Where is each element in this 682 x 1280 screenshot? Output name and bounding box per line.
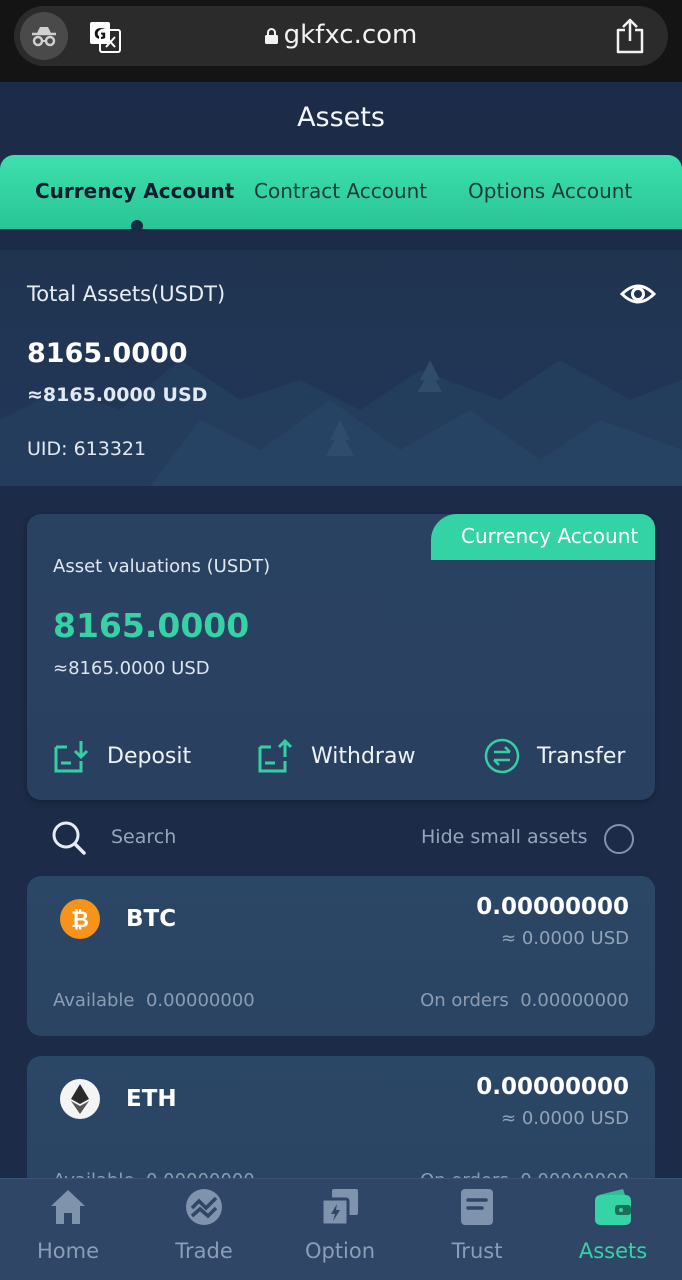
- asset-search-row: Search Hide small assets: [27, 818, 655, 858]
- withdraw-icon: [258, 738, 293, 773]
- eye-icon[interactable]: [620, 280, 656, 308]
- nav-trade[interactable]: Trade: [136, 1187, 272, 1263]
- account-tabs: Currency Account Contract Account Option…: [0, 155, 682, 232]
- tab-contract-account[interactable]: Contract Account: [254, 179, 427, 203]
- valuation-usd: ≈8165.0000 USD: [53, 658, 210, 679]
- transfer-button[interactable]: Transfer: [483, 736, 625, 776]
- nav-option[interactable]: Option: [272, 1187, 408, 1263]
- search-input[interactable]: Search: [111, 826, 176, 848]
- deposit-button[interactable]: Deposit: [53, 736, 191, 776]
- tab-currency-account[interactable]: Currency Account: [35, 179, 234, 203]
- total-assets-value: 8165.0000: [27, 338, 188, 369]
- coin-amount: 0.00000000: [476, 894, 629, 920]
- ethereum-icon: [60, 1079, 100, 1119]
- nav-home-label: Home: [36, 1239, 99, 1263]
- trade-icon: [186, 1189, 222, 1225]
- wallet-icon: [595, 1189, 631, 1225]
- hide-small-assets-toggle[interactable]: [604, 824, 634, 854]
- valuation-label: Asset valuations (USDT): [53, 556, 271, 577]
- url-display[interactable]: gkfxc.com: [14, 20, 668, 50]
- assets-screen: Assets Currency Account Contract Account…: [0, 82, 682, 1280]
- deposit-label: Deposit: [107, 743, 192, 769]
- valuation-amount: 8165.0000: [53, 606, 250, 645]
- withdraw-label: Withdraw: [311, 743, 416, 769]
- tab-options-account[interactable]: Options Account: [468, 179, 632, 203]
- account-type-badge: Currency Account: [431, 514, 655, 560]
- total-assets-usd: ≈8165.0000 USD: [27, 384, 208, 406]
- coin-usd-value: ≈ 0.0000 USD: [501, 928, 629, 949]
- lock-icon: [264, 28, 278, 44]
- nav-assets[interactable]: Assets: [545, 1187, 681, 1263]
- svg-text:₿: ₿: [71, 908, 89, 933]
- hide-small-assets-label[interactable]: Hide small assets: [421, 826, 587, 848]
- coin-card-btc[interactable]: ₿ BTC 0.00000000 ≈ 0.0000 USD Available …: [27, 876, 655, 1036]
- option-icon: [320, 1189, 358, 1227]
- available-value: 0.00000000: [145, 990, 255, 1011]
- deposit-icon: [54, 741, 89, 773]
- nav-option-label: Option: [304, 1239, 376, 1263]
- transfer-icon: [484, 738, 520, 774]
- user-id: UID: 613321: [27, 438, 147, 460]
- coin-available: Available 0.00000000: [53, 990, 255, 1011]
- available-label: Available: [53, 990, 135, 1011]
- url-text: gkfxc.com: [283, 20, 418, 50]
- coin-symbol: BTC: [126, 906, 177, 932]
- address-bar[interactable]: G gkfxc.com: [14, 6, 668, 66]
- nav-assets-label: Assets: [578, 1239, 648, 1263]
- transfer-label: Transfer: [537, 743, 626, 769]
- coin-on-orders: On orders 0.00000000: [420, 990, 629, 1011]
- nav-home[interactable]: Home: [0, 1187, 136, 1263]
- on-orders-value: 0.00000000: [520, 990, 629, 1011]
- total-assets-label: Total Assets(USDT): [27, 282, 226, 306]
- page-title: Assets: [297, 102, 385, 133]
- coin-symbol: ETH: [126, 1086, 177, 1112]
- coin-amount: 0.00000000: [476, 1074, 629, 1100]
- valuation-card: Currency Account Asset valuations (USDT)…: [27, 514, 655, 800]
- nav-trust-label: Trust: [451, 1239, 503, 1263]
- withdraw-button[interactable]: Withdraw: [257, 736, 415, 776]
- share-icon[interactable]: [614, 18, 646, 54]
- browser-toolbar: G gkfxc.com: [0, 0, 682, 82]
- nav-trade-label: Trade: [175, 1239, 233, 1263]
- active-tab-indicator: [131, 220, 143, 232]
- search-icon[interactable]: [51, 820, 87, 856]
- total-assets-banner: Total Assets(USDT) 8165.0000 ≈8165.0000 …: [0, 250, 682, 486]
- coin-usd-value: ≈ 0.0000 USD: [501, 1108, 629, 1129]
- on-orders-label: On orders: [420, 990, 509, 1011]
- bitcoin-icon: ₿: [60, 899, 100, 939]
- nav-trust[interactable]: Trust: [409, 1187, 545, 1263]
- home-icon: [51, 1190, 85, 1224]
- trust-icon: [461, 1189, 493, 1225]
- bottom-navigation: Home Trade Option Trust Assets: [0, 1178, 682, 1280]
